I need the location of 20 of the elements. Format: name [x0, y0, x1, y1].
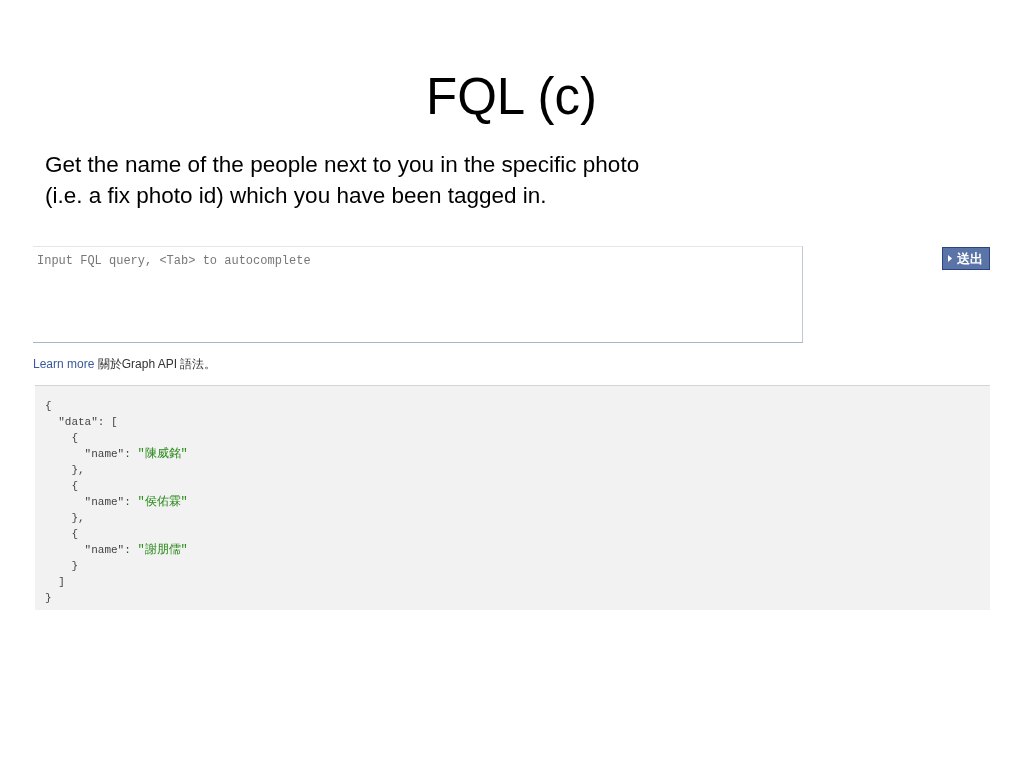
code-line: "name": "陳威銘"	[83, 446, 188, 462]
description-text: Get the name of the people next to you in the specific photo (i.e. a fix photo id) which you have been tagged in.	[45, 151, 641, 210]
code-line: {	[45, 399, 52, 414]
code-line: {	[70, 431, 78, 446]
slide-title: FQL (c)	[425, 67, 598, 127]
code-line: }	[70, 559, 78, 574]
code-line: {	[70, 527, 78, 542]
triangle-icon	[948, 255, 952, 262]
code-line: },	[70, 511, 85, 526]
query-input-field[interactable]: Input FQL query, <Tab> to autocomplete	[33, 246, 803, 343]
code-line: },	[70, 463, 85, 478]
code-line: }	[45, 591, 52, 606]
code-line: "name": "謝朋儒"	[83, 542, 188, 558]
help-text: Learn more 關於Graph API 語法。	[33, 356, 218, 372]
code-line: {	[70, 479, 78, 494]
code-line: ]	[57, 575, 65, 590]
learn-more-link[interactable]: Learn more	[33, 357, 95, 371]
code-line: "name": "侯佑霖"	[83, 494, 188, 510]
code-line: "data": [	[57, 415, 118, 430]
submit-button[interactable]: 送出	[942, 247, 990, 270]
